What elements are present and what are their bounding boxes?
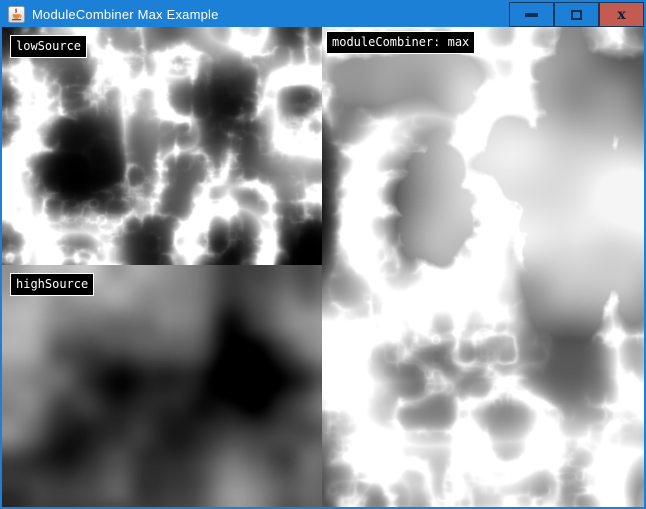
module-combiner-texture [322,27,644,507]
high-source-panel: highSource [2,265,322,507]
window-title: ModuleCombiner Max Example [32,7,219,22]
minimize-icon [525,13,538,17]
module-combiner-label: moduleCombiner: max [326,31,475,54]
window-controls: x [509,2,644,27]
module-combiner-panel: moduleCombiner: max [322,27,644,507]
close-icon: x [617,8,625,22]
close-button[interactable]: x [599,2,644,27]
maximize-button[interactable] [554,2,599,27]
low-source-panel: lowSource [2,27,322,265]
render-area: lowSource highSource moduleCombiner: max [2,27,644,507]
high-source-label: highSource [10,273,94,296]
low-source-texture [2,27,322,265]
maximize-icon [571,10,582,20]
java-app-icon[interactable] [8,6,25,23]
app-window: ModuleCombiner Max Example x lowSource h… [0,0,646,509]
minimize-button[interactable] [509,2,554,27]
high-source-texture [2,265,322,507]
low-source-label: lowSource [10,35,87,58]
title-bar[interactable]: ModuleCombiner Max Example x [2,2,644,27]
